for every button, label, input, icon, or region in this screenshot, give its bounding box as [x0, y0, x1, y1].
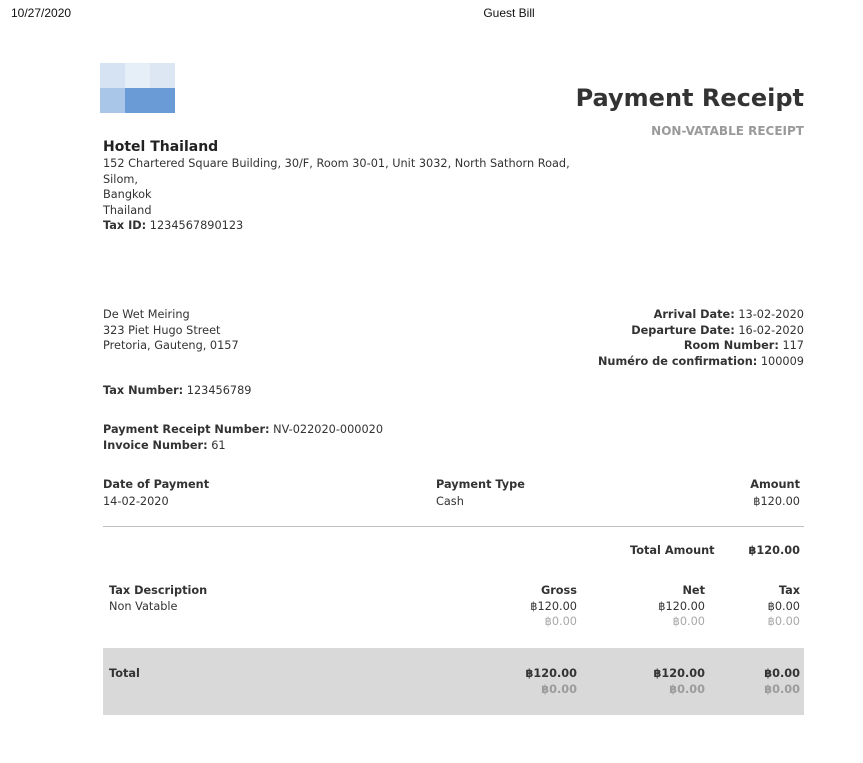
payment-date-column: Date of Payment 14-02-2020 — [103, 476, 209, 510]
guest-name: De Wet Meiring — [103, 308, 190, 321]
tax-tax-secondary-cell: ฿0.00 — [767, 615, 800, 628]
tax-total-row: Total ฿120.00 ฿0.00 ฿120.00 ฿0.00 ฿0.00 … — [103, 648, 804, 715]
room-number-label: Room Number: — [683, 339, 779, 352]
room-number: Room Number: 117 — [598, 338, 804, 354]
tax-total-gross-secondary: ฿0.00 — [541, 682, 577, 696]
tax-net-header: Net — [682, 584, 705, 597]
tax-total-net: ฿120.00 ฿0.00 — [654, 666, 705, 697]
company-address-line1: 152 Chartered Square Building, 30/F, Roo… — [103, 157, 570, 186]
company-name: Hotel Thailand — [103, 139, 219, 155]
payments-divider — [103, 526, 804, 527]
departure-date-label: Departure Date: — [631, 323, 735, 337]
tax-description-cell: Non Vatable — [109, 599, 178, 613]
payments-total: Total Amount ฿120.00 — [630, 544, 800, 557]
tax-net-secondary-cell: ฿0.00 — [672, 615, 705, 628]
receipt-references: Payment Receipt Number: NV-022020-000020… — [103, 422, 383, 453]
guest-city: Pretoria, Gauteng, 0157 — [103, 339, 239, 352]
print-title: Guest Bill — [483, 6, 535, 20]
guest-address: De Wet Meiring 323 Piet Hugo Street Pret… — [103, 307, 239, 354]
tax-number-value: 123456789 — [186, 384, 252, 397]
total-amount-value: ฿120.00 — [748, 544, 800, 557]
tax-total-net-secondary: ฿0.00 — [669, 682, 705, 696]
arrival-date: Arrival Date: 13-02-2020 — [598, 307, 804, 323]
tax-id-label: Tax ID: — [103, 219, 147, 232]
payment-type-cell: Cash — [436, 495, 464, 508]
room-number-value: 117 — [782, 339, 804, 352]
invoice-number-label: Invoice Number: — [103, 438, 208, 452]
tax-tax-header: Tax — [778, 584, 800, 597]
company-address-line2: Bangkok — [103, 188, 152, 201]
tax-total-tax-secondary: ฿0.00 — [764, 682, 800, 696]
tax-net-column: Net ฿120.00 ฿0.00 — [658, 583, 705, 630]
payment-type-column: Payment Type Cash — [436, 476, 525, 510]
print-header: 10/27/2020 Guest Bill — [0, 6, 863, 22]
document-title: Payment Receipt — [575, 84, 804, 112]
arrival-date-value: 13-02-2020 — [738, 308, 804, 321]
confirmation-number: Numéro de confirmation: 100009 — [598, 354, 804, 370]
invoice-number-value: 61 — [211, 438, 226, 452]
receipt-number: Payment Receipt Number: NV-022020-000020 — [103, 422, 383, 438]
total-amount-label: Total Amount — [630, 544, 715, 557]
tax-total-tax-value: ฿0.00 — [764, 667, 800, 680]
hotel-logo — [100, 63, 175, 113]
payment-amount-column: Amount ฿120.00 — [750, 476, 800, 510]
document-subtitle: NON-VATABLE RECEIPT — [651, 124, 804, 138]
tax-gross-header: Gross — [540, 584, 577, 597]
tax-total-label: Total — [109, 667, 140, 680]
tax-total-net-value: ฿120.00 — [653, 667, 705, 680]
tax-total-gross: ฿120.00 ฿0.00 — [526, 666, 577, 697]
payment-amount-cell: ฿120.00 — [753, 495, 800, 508]
tax-total-tax: ฿0.00 ฿0.00 — [764, 666, 800, 697]
invoice-number: Invoice Number: 61 — [103, 438, 383, 454]
company-country: Thailand — [103, 203, 152, 217]
receipt-number-value: NV-022020-000020 — [273, 423, 384, 436]
tax-gross-column: Gross ฿120.00 ฿0.00 — [530, 583, 577, 630]
departure-date-value: 16-02-2020 — [738, 323, 804, 337]
tax-description-column: Tax Description Non Vatable — [109, 583, 207, 614]
payment-date-header: Date of Payment — [103, 478, 210, 491]
guest-tax-number: Tax Number: 123456789 — [103, 384, 251, 397]
tax-total-gross-value: ฿120.00 — [525, 667, 577, 680]
confirmation-number-value: 100009 — [760, 354, 804, 368]
company-tax-id: Tax ID: 1234567890123 — [103, 218, 583, 234]
tax-tax-cell: ฿0.00 — [767, 599, 800, 613]
payment-type-header: Payment Type — [436, 478, 525, 491]
confirmation-number-label: Numéro de confirmation: — [597, 354, 758, 368]
payment-date-cell: 14-02-2020 — [103, 495, 169, 508]
arrival-date-label: Arrival Date: — [653, 308, 735, 321]
payment-amount-header: Amount — [750, 478, 800, 491]
tax-number-label: Tax Number: — [103, 384, 184, 397]
receipt-number-label: Payment Receipt Number: — [103, 423, 270, 436]
tax-description-header: Tax Description — [109, 584, 208, 597]
tax-gross-cell: ฿120.00 — [530, 599, 577, 613]
company-block: Hotel Thailand 152 Chartered Square Buil… — [103, 139, 583, 234]
tax-tax-column: Tax ฿0.00 ฿0.00 — [768, 583, 800, 630]
tax-id-value: 1234567890123 — [149, 219, 244, 232]
tax-gross-secondary-cell: ฿0.00 — [544, 615, 577, 628]
stay-details: Arrival Date: 13-02-2020 Departure Date:… — [598, 307, 804, 369]
departure-date: Departure Date: 16-02-2020 — [598, 323, 804, 339]
guest-street: 323 Piet Hugo Street — [103, 323, 221, 337]
tax-net-cell: ฿120.00 — [658, 599, 705, 613]
